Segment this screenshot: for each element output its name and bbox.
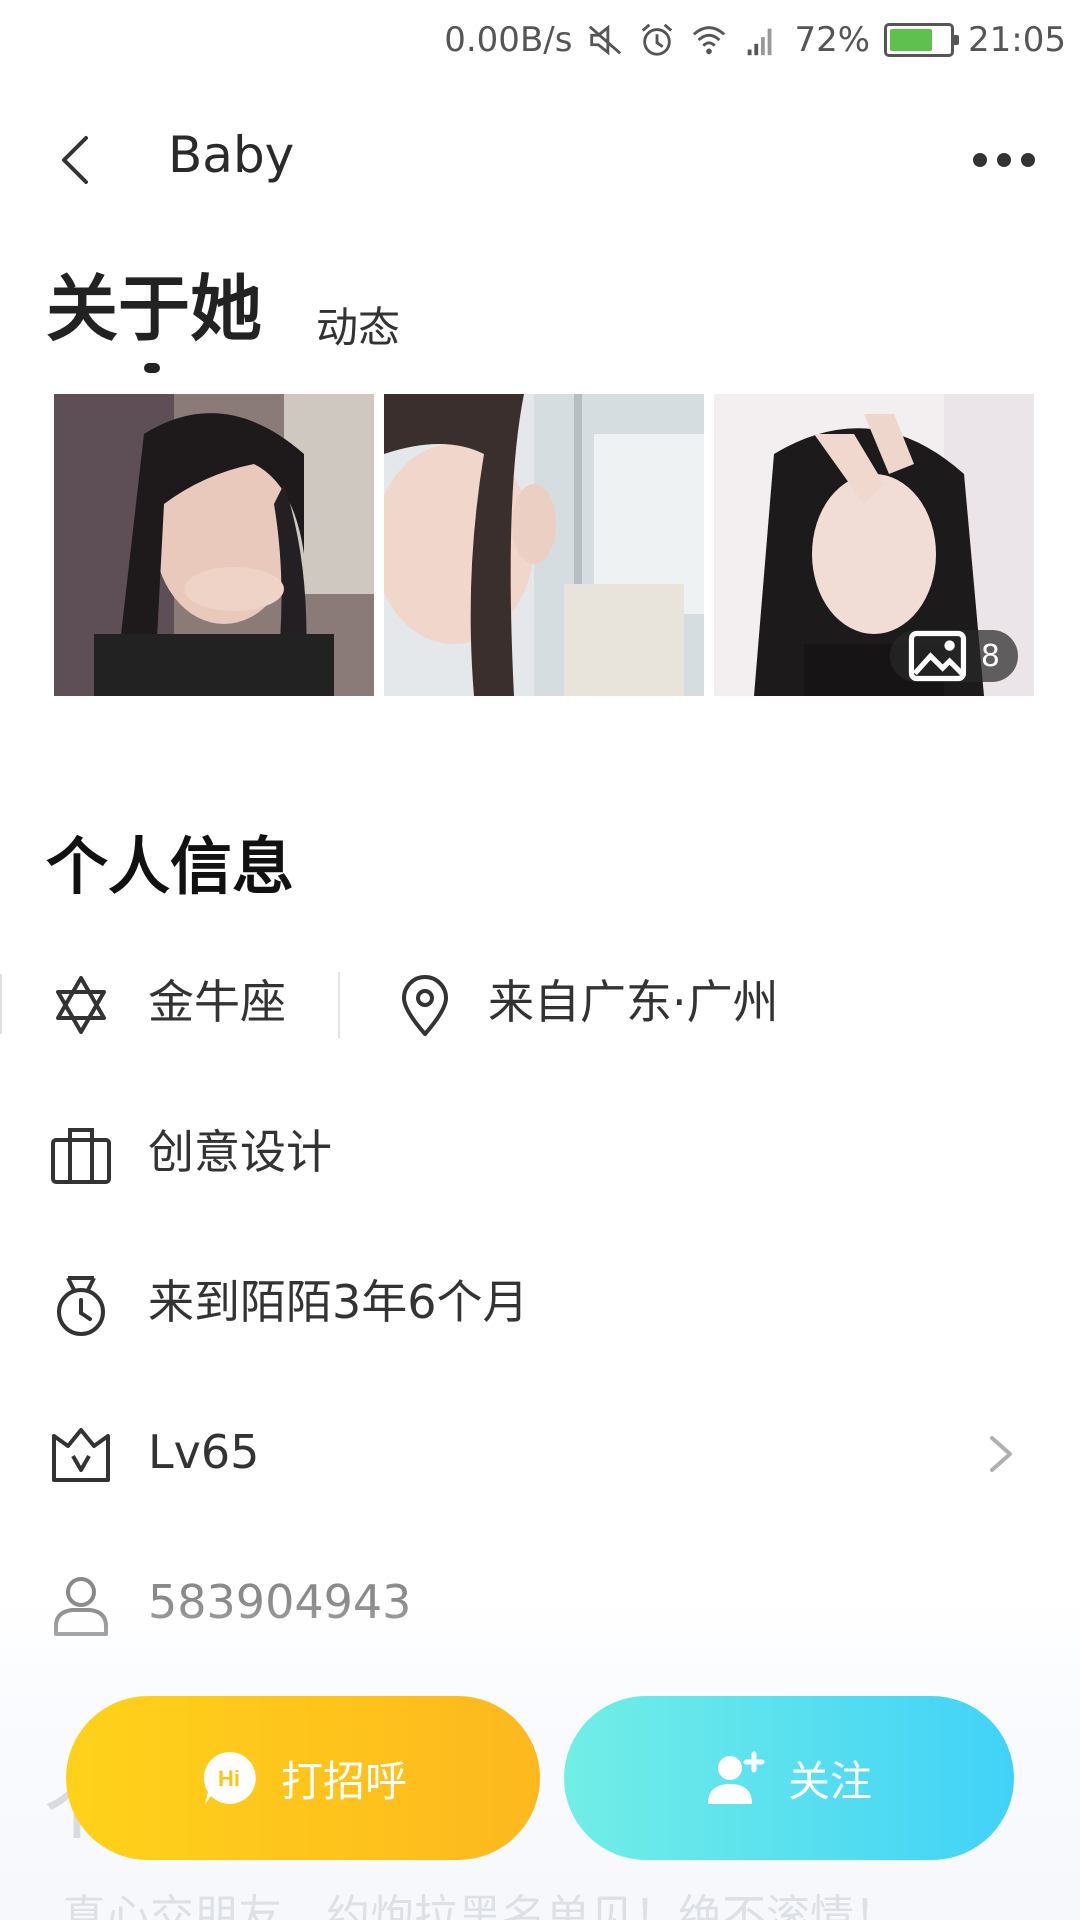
info-row-zodiac-location: 金牛座 来自广东·广州 (0, 952, 1080, 1052)
battery-fill (890, 29, 932, 51)
hi-bubble-icon: Hi (203, 1751, 256, 1804)
tab-about-her[interactable]: 关于她 (46, 250, 262, 355)
briefcase-icon (51, 1128, 111, 1184)
location-pin-icon (402, 975, 448, 1036)
chevron-right-icon (990, 1436, 1012, 1472)
image-icon (908, 630, 967, 682)
clock: 21:05 (968, 20, 1066, 60)
nav-title: Baby (168, 126, 295, 184)
more-options-button[interactable] (964, 140, 1044, 180)
nav-bar: Baby (0, 100, 1080, 220)
profile-photo[interactable] (54, 394, 374, 696)
tab-moments[interactable]: 动态 (316, 294, 400, 355)
photo-gallery: 8 (54, 394, 1035, 696)
info-divider (338, 972, 340, 1038)
tab-indicator (144, 363, 160, 373)
signature-text: 真心交朋友，约炮拉黑名单见！绝不滚情！ (62, 1891, 898, 1920)
tenure-label: 来到陌陌3年6个月 (148, 1275, 529, 1329)
star-of-david-icon (56, 976, 106, 1034)
battery-icon (884, 23, 960, 57)
crown-icon (52, 1428, 110, 1482)
edge-divider (0, 974, 2, 1034)
medal-clock-icon (57, 1276, 105, 1336)
battery-percent: 72% (794, 20, 871, 60)
info-row-level[interactable]: Lv65 (0, 1402, 1080, 1502)
status-icons: 0.00B/s 72% 21:05 (444, 14, 1066, 66)
signal-icon (748, 28, 772, 56)
more-dot (1021, 153, 1035, 167)
follow-button[interactable]: 关注 (564, 1696, 1014, 1860)
svg-text:Hi: Hi (218, 1766, 240, 1791)
mute-icon (589, 24, 622, 56)
alarm-icon (642, 23, 673, 56)
add-person-icon (707, 1751, 765, 1804)
photo-count: 8 (980, 638, 1000, 674)
info-row-tenure: 来到陌陌3年6个月 (0, 1252, 1080, 1352)
section-title-personal-info: 个人信息 (46, 830, 295, 903)
more-dot (973, 153, 987, 167)
greet-label: 打招呼 (280, 1756, 407, 1806)
follow-label: 关注 (787, 1756, 872, 1806)
wifi-icon (693, 26, 726, 55)
back-button[interactable] (48, 130, 108, 190)
profile-photo[interactable]: 8 (714, 394, 1034, 696)
profile-photo[interactable] (384, 394, 704, 696)
photo-count-badge: 8 (889, 630, 1018, 682)
network-speed: 0.00B/s (444, 20, 573, 60)
level-label: Lv65 (148, 1425, 260, 1479)
more-dot (997, 153, 1011, 167)
occupation-label: 创意设计 (148, 1125, 332, 1179)
info-row-occupation: 创意设计 (0, 1102, 1080, 1202)
greet-button[interactable]: Hi 打招呼 (66, 1696, 540, 1860)
zodiac-label: 金牛座 (148, 975, 286, 1029)
status-bar: 0.00B/s 72% 21:05 (0, 0, 1080, 80)
location-label: 来自广东·广州 (488, 975, 779, 1029)
